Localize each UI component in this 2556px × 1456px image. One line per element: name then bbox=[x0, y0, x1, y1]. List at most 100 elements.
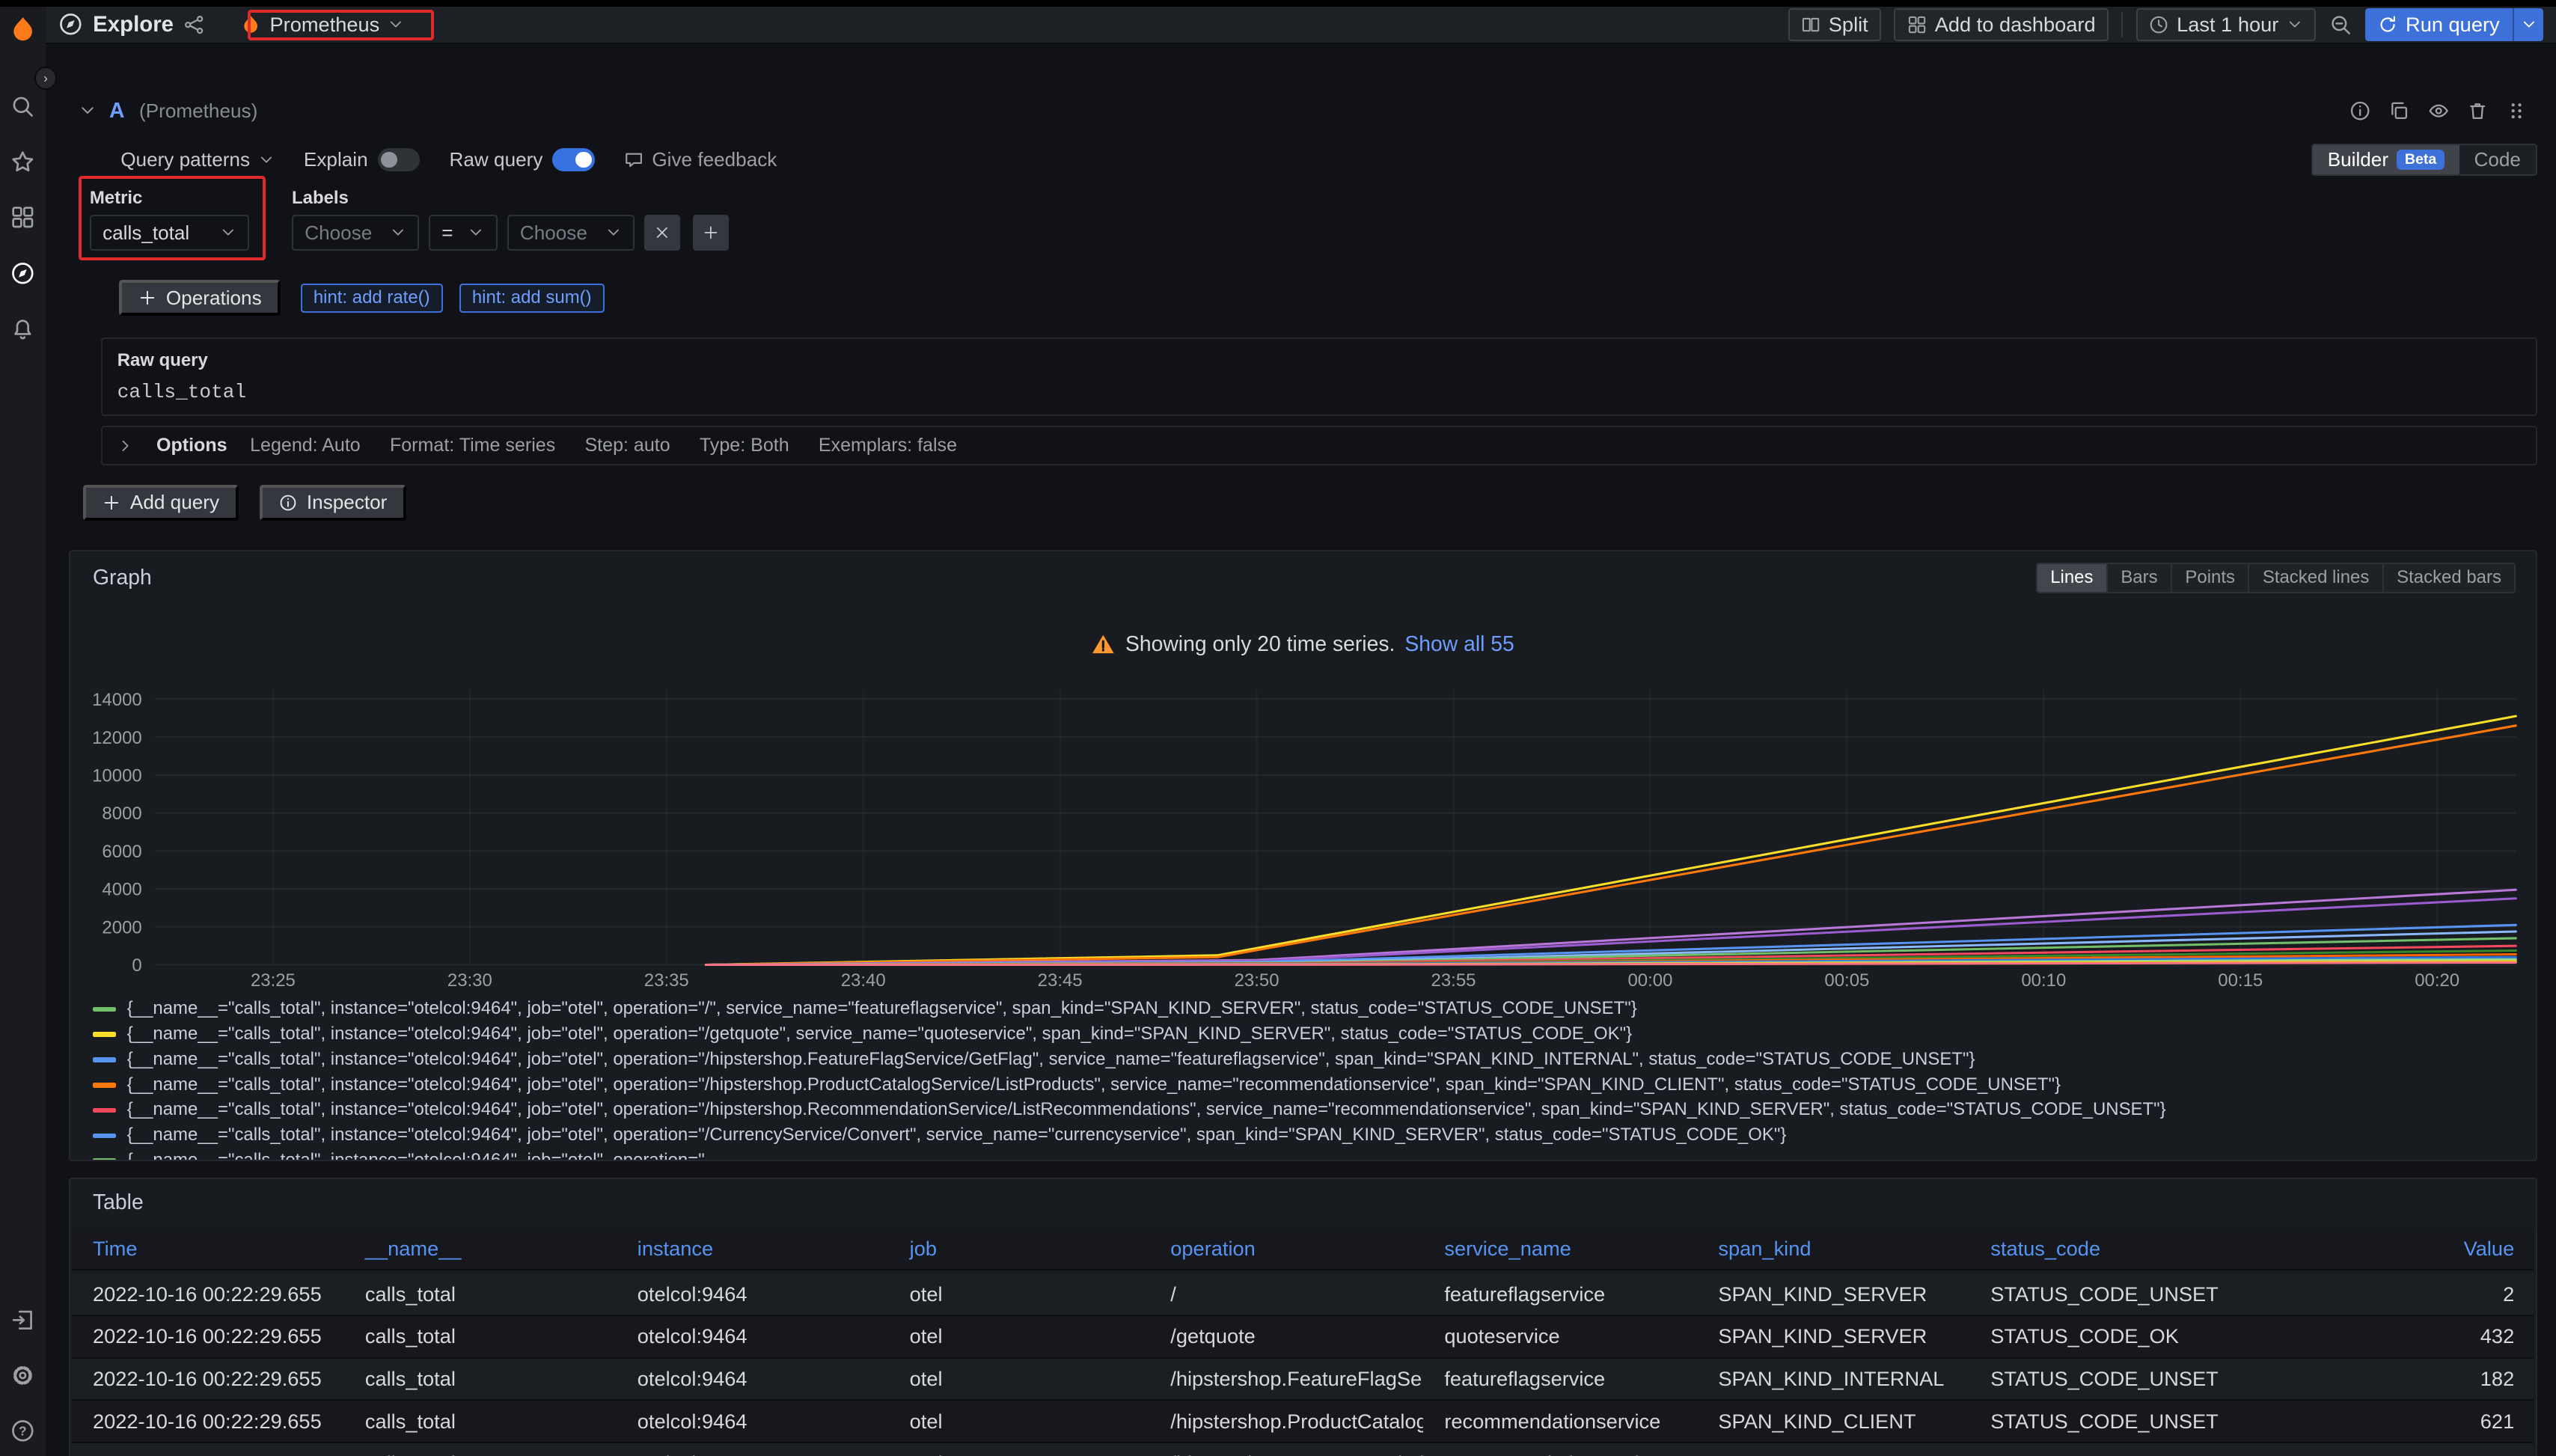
zoom-out-time-icon[interactable] bbox=[2329, 13, 2352, 37]
sidebar-item-explore-icon[interactable] bbox=[10, 261, 35, 286]
legend-series-color bbox=[93, 1108, 116, 1113]
split-button[interactable]: Split bbox=[1788, 8, 1881, 41]
graph-style-lines[interactable]: Lines bbox=[2037, 564, 2106, 592]
chevron-down-icon bbox=[220, 224, 236, 241]
legend-series-color bbox=[93, 1057, 116, 1062]
option-summary: Step: auto bbox=[584, 435, 670, 456]
column-header-Time[interactable]: Time bbox=[72, 1237, 344, 1261]
legend-item[interactable]: {__name__="calls_total", instance="otelc… bbox=[93, 1021, 2516, 1047]
svg-text:00:00: 00:00 bbox=[1627, 970, 1672, 991]
window-top-strip bbox=[0, 0, 2556, 7]
column-header-instance[interactable]: instance bbox=[616, 1237, 888, 1261]
chevron-down-icon bbox=[468, 224, 484, 241]
raw-query-preview-label: Raw query bbox=[117, 350, 2521, 371]
toggle-visibility-icon[interactable] bbox=[2428, 100, 2449, 121]
graph-style-stacked-bars[interactable]: Stacked bars bbox=[2382, 564, 2515, 592]
options-label: Options bbox=[156, 435, 227, 456]
table-panel-title: Table bbox=[93, 1190, 144, 1215]
datasource-name: Prometheus bbox=[270, 13, 380, 37]
add-to-dashboard-button[interactable]: Add to dashboard bbox=[1894, 8, 2108, 41]
page-title: Explore bbox=[93, 12, 174, 37]
share-shortlink-icon[interactable] bbox=[183, 14, 204, 35]
sidebar-item-search-icon[interactable] bbox=[10, 94, 35, 119]
add-query-button[interactable]: Add query bbox=[83, 485, 239, 521]
raw-query-label: Raw query bbox=[450, 148, 543, 171]
table-row: 2022-10-16 00:22:29.655calls_totalotelco… bbox=[72, 1316, 2534, 1359]
table-panel: Table Time__name__instancejoboperationse… bbox=[69, 1178, 2537, 1456]
operations-button[interactable]: Operations bbox=[119, 280, 281, 316]
query-patterns-dropdown[interactable]: Query patterns bbox=[120, 148, 274, 171]
query-help-icon[interactable] bbox=[2349, 100, 2370, 121]
chevron-down-icon bbox=[258, 152, 275, 168]
column-header-service_name[interactable]: service_name bbox=[1423, 1237, 1697, 1261]
explore-icon bbox=[58, 12, 83, 37]
table-row: 2022-10-16 00:22:29.655calls_totalotelco… bbox=[72, 1359, 2534, 1401]
legend-item[interactable]: {__name__="calls_total", instance="otelc… bbox=[93, 1148, 2516, 1161]
column-header-span_kind[interactable]: span_kind bbox=[1697, 1237, 1969, 1261]
give-feedback-link[interactable]: Give feedback bbox=[624, 148, 777, 171]
column-header-operation[interactable]: operation bbox=[1149, 1237, 1423, 1261]
drag-handle-icon[interactable] bbox=[2506, 100, 2527, 121]
column-header-status_code[interactable]: status_code bbox=[1969, 1237, 2239, 1261]
explore-content: A (Prometheus) Query patterns Explain Ra… bbox=[46, 44, 2556, 1456]
graph-style-stacked-lines[interactable]: Stacked lines bbox=[2248, 564, 2382, 592]
time-range-picker[interactable]: Last 1 hour bbox=[2136, 8, 2316, 41]
remove-label-filter-button[interactable] bbox=[644, 215, 680, 251]
sidebar-item-alerting-icon[interactable] bbox=[10, 316, 35, 341]
explain-toggle[interactable] bbox=[378, 148, 421, 171]
sidebar-expand-button[interactable]: › bbox=[34, 67, 58, 90]
duplicate-query-icon[interactable] bbox=[2388, 100, 2409, 121]
metric-select[interactable]: calls_total bbox=[90, 215, 250, 251]
legend-item[interactable]: {__name__="calls_total", instance="otelc… bbox=[93, 996, 2516, 1021]
label-value-select[interactable]: Choose bbox=[507, 215, 635, 251]
plus-icon bbox=[703, 224, 719, 241]
datasource-picker[interactable]: Prometheus bbox=[230, 9, 414, 40]
inspector-button[interactable]: Inspector bbox=[260, 485, 406, 521]
legend-item[interactable]: {__name__="calls_total", instance="otelc… bbox=[93, 1047, 2516, 1072]
svg-text:00:15: 00:15 bbox=[2218, 970, 2263, 991]
table-row: 2022-10-16 00:22:29.655calls_totalotelco… bbox=[72, 1401, 2534, 1443]
sidebar-item-starred-icon[interactable] bbox=[10, 150, 35, 174]
remove-query-icon[interactable] bbox=[2467, 100, 2488, 121]
legend-item[interactable]: {__name__="calls_total", instance="otelc… bbox=[93, 1122, 2516, 1148]
code-mode-button[interactable]: Code bbox=[2459, 145, 2536, 175]
raw-query-preview: Raw query calls_total bbox=[101, 337, 2537, 417]
sidebar-item-help-icon[interactable]: ? bbox=[10, 1419, 35, 1443]
svg-text:23:30: 23:30 bbox=[447, 970, 492, 991]
graph-style-switcher: LinesBarsPointsStacked linesStacked bars bbox=[2036, 563, 2516, 593]
query-ref-id[interactable]: A bbox=[109, 99, 124, 123]
collapse-query-icon[interactable] bbox=[79, 102, 97, 120]
editor-mode-switch: Builder Beta Code bbox=[2311, 144, 2537, 177]
query-hint-button[interactable]: hint: add rate() bbox=[301, 284, 443, 313]
sidebar-item-sign-in-icon[interactable] bbox=[10, 1308, 35, 1333]
show-all-series-link[interactable]: Show all 55 bbox=[1404, 632, 1514, 657]
label-key-select[interactable]: Choose bbox=[292, 215, 419, 251]
beta-badge: Beta bbox=[2397, 150, 2445, 170]
raw-query-toggle[interactable] bbox=[552, 148, 595, 171]
graph-style-bars[interactable]: Bars bbox=[2106, 564, 2171, 592]
run-query-button[interactable]: Run query bbox=[2365, 8, 2544, 41]
builder-mode-button[interactable]: Builder Beta bbox=[2313, 145, 2459, 175]
toolbar-divider bbox=[2121, 12, 2123, 37]
plus-icon bbox=[103, 494, 120, 512]
legend-item[interactable]: {__name__="calls_total", instance="otelc… bbox=[93, 1072, 2516, 1098]
column-header-job[interactable]: job bbox=[888, 1237, 1149, 1261]
svg-text:0: 0 bbox=[132, 956, 141, 976]
chevron-right-icon bbox=[117, 438, 134, 454]
plus-icon bbox=[138, 289, 156, 307]
sidebar-item-dashboards-icon[interactable] bbox=[10, 205, 35, 230]
close-icon bbox=[654, 224, 670, 241]
column-header-Value[interactable]: Value bbox=[2239, 1237, 2534, 1261]
sidebar-item-settings-icon[interactable] bbox=[10, 1363, 35, 1388]
grafana-logo-icon[interactable] bbox=[8, 15, 37, 44]
legend-item[interactable]: {__name__="calls_total", instance="otelc… bbox=[93, 1097, 2516, 1122]
add-label-filter-button[interactable] bbox=[693, 215, 729, 251]
graph-style-points[interactable]: Points bbox=[2171, 564, 2248, 592]
clock-icon bbox=[2149, 15, 2168, 34]
run-query-dropdown[interactable] bbox=[2513, 8, 2543, 41]
column-header-__name__[interactable]: __name__ bbox=[344, 1237, 617, 1261]
label-operator-select[interactable]: = bbox=[429, 215, 498, 251]
query-options-row[interactable]: Options Legend: AutoFormat: Time seriesS… bbox=[101, 426, 2537, 465]
time-series-chart[interactable]: 23:2523:3023:3523:4023:4523:5023:5500:00… bbox=[90, 660, 2519, 996]
query-hint-button[interactable]: hint: add sum() bbox=[459, 284, 605, 313]
